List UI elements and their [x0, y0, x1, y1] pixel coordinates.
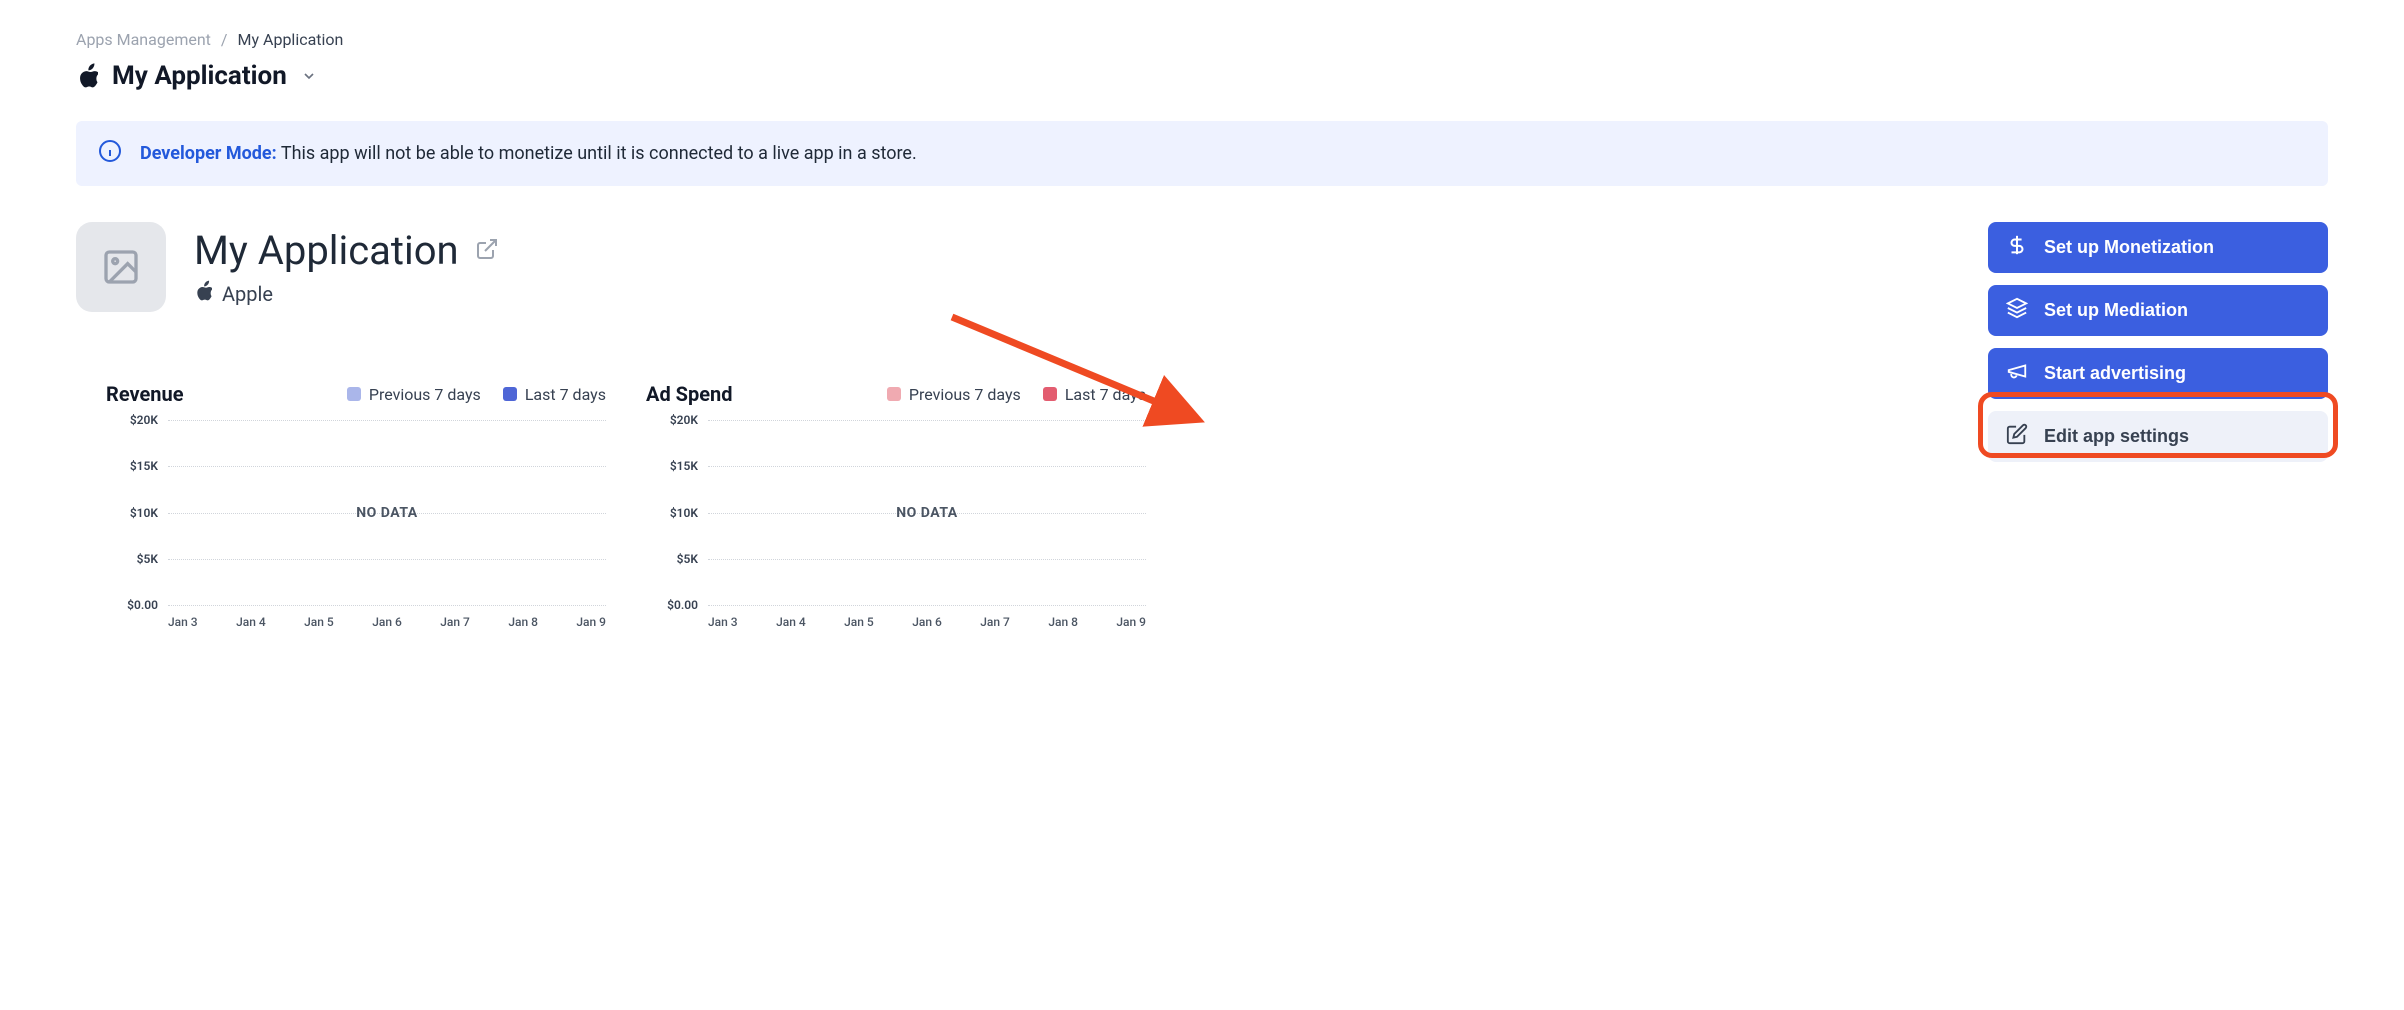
breadcrumb: Apps Management / My Application: [76, 30, 2328, 49]
setup-mediation-button[interactable]: Set up Mediation: [1988, 285, 2328, 336]
chart-title: Ad Spend: [646, 382, 733, 406]
app-selector-name: My Application: [112, 61, 287, 91]
chart-title: Revenue: [106, 382, 184, 406]
y-axis: $20K $15K $10K $5K $0.00: [646, 420, 704, 605]
revenue-chart: Revenue Previous 7 days Last 7 days $20K…: [106, 382, 606, 629]
apple-icon: [76, 63, 98, 89]
legend-previous: Previous 7 days: [347, 385, 481, 404]
chevron-down-icon: [301, 61, 317, 91]
legend-last: Last 7 days: [503, 385, 606, 404]
breadcrumb-current: My Application: [238, 30, 344, 49]
x-axis: Jan 3 Jan 4 Jan 5 Jan 6 Jan 7 Jan 8 Jan …: [168, 615, 606, 629]
banner-lead: Developer Mode:: [140, 143, 277, 164]
dollar-icon: [2006, 234, 2028, 261]
adspend-chart: Ad Spend Previous 7 days Last 7 days $20…: [646, 382, 1146, 629]
no-data-label: NO DATA: [168, 505, 606, 521]
external-link-icon[interactable]: [475, 237, 499, 265]
developer-mode-banner: Developer Mode: This app will not be abl…: [76, 121, 2328, 186]
edit-app-settings-button[interactable]: Edit app settings: [1988, 411, 2328, 462]
breadcrumb-separator: /: [221, 30, 228, 49]
layers-icon: [2006, 297, 2028, 324]
setup-monetization-button[interactable]: Set up Monetization: [1988, 222, 2328, 273]
actions-panel: Set up Monetization Set up Mediation Sta…: [1988, 222, 2328, 462]
apple-icon: [194, 280, 212, 307]
app-selector[interactable]: My Application: [76, 61, 2328, 91]
app-icon-placeholder: [76, 222, 166, 312]
x-axis: Jan 3 Jan 4 Jan 5 Jan 6 Jan 7 Jan 8 Jan …: [708, 615, 1146, 629]
info-icon: [98, 139, 122, 168]
legend-previous: Previous 7 days: [887, 385, 1021, 404]
megaphone-icon: [2006, 360, 2028, 387]
edit-icon: [2006, 423, 2028, 450]
start-advertising-button[interactable]: Start advertising: [1988, 348, 2328, 399]
y-axis: $20K $15K $10K $5K $0.00: [106, 420, 164, 605]
breadcrumb-root[interactable]: Apps Management: [76, 30, 211, 49]
legend-last: Last 7 days: [1043, 385, 1146, 404]
no-data-label: NO DATA: [708, 505, 1146, 521]
banner-text: This app will not be able to monetize un…: [281, 143, 917, 164]
app-title: My Application: [194, 227, 459, 274]
platform-label: Apple: [222, 282, 273, 306]
